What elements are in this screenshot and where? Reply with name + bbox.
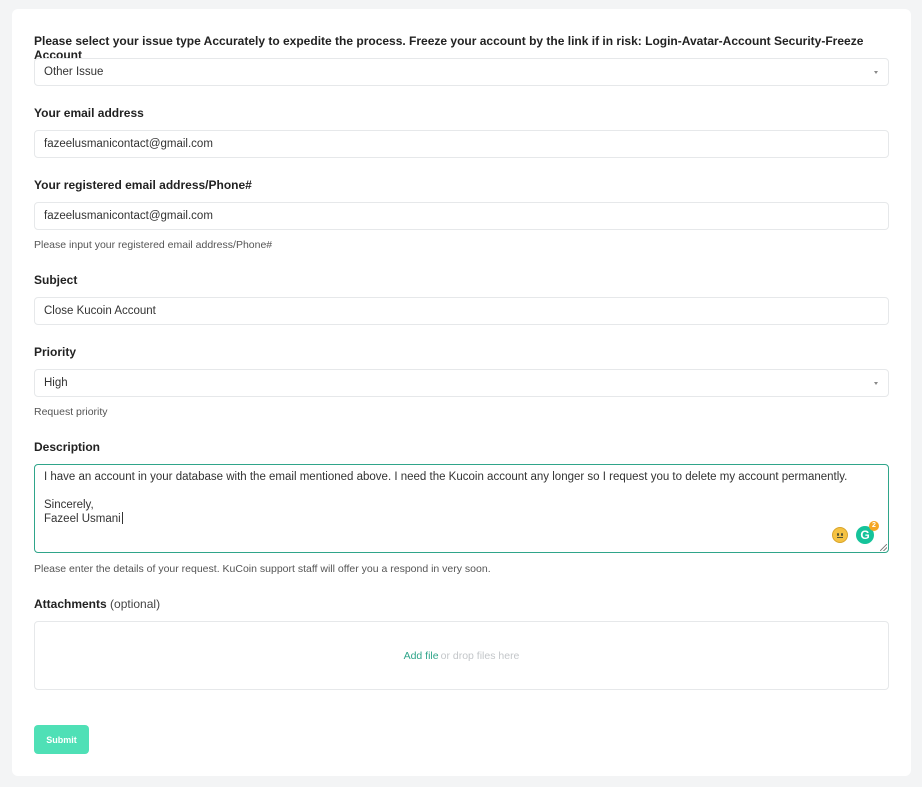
attachments-optional-text: (optional) [110,597,161,611]
subject-value: Close Kucoin Account [44,305,156,317]
registered-label: Your registered email address/Phone# [34,178,252,192]
description-label: Description [34,440,101,454]
grammarly-count-badge: 2 [869,521,879,531]
subject-field[interactable]: Close Kucoin Account [34,297,889,325]
description-line-3: Fazeel Usmani [44,513,121,525]
issue-type-value: Other Issue [44,66,104,78]
priority-hint: Request priority [34,406,108,418]
chevron-down-icon [874,381,878,385]
registered-hint: Please input your registered email addre… [34,239,273,251]
priority-value: High [44,377,68,389]
resize-handle[interactable] [880,544,887,551]
submit-button[interactable]: Submit [34,725,89,754]
chevron-down-icon [874,70,878,74]
issue-type-select[interactable]: Other Issue [34,58,889,86]
email-value: fazeelusmanicontact@gmail.com [44,138,213,150]
add-file-link[interactable]: Add file [404,650,439,662]
ticket-form-card: Please select your issue type Accurately… [12,9,911,776]
file-dropzone[interactable]: Add file or drop files here [34,621,889,690]
priority-label: Priority [34,345,77,359]
description-hint: Please enter the details of your request… [34,563,491,575]
attachments-label: Attachments (optional) [34,597,160,611]
neutral-face-icon[interactable] [832,527,848,543]
text-cursor [121,512,123,524]
subject-label: Subject [34,273,78,287]
email-label: Your email address [34,106,144,120]
drop-files-text: or drop files here [440,649,520,662]
description-textarea[interactable]: I have an account in your database with … [34,464,889,553]
registered-field[interactable]: fazeelusmanicontact@gmail.com [34,202,889,230]
registered-value: fazeelusmanicontact@gmail.com [44,210,213,222]
description-line-1: I have an account in your database with … [44,471,848,483]
email-field[interactable]: fazeelusmanicontact@gmail.com [34,130,889,158]
description-line-2: Sincerely, [44,499,94,511]
priority-select[interactable]: High [34,369,889,397]
grammarly-icon[interactable]: G 2 [856,521,879,544]
attachments-label-text: Attachments [34,597,107,611]
